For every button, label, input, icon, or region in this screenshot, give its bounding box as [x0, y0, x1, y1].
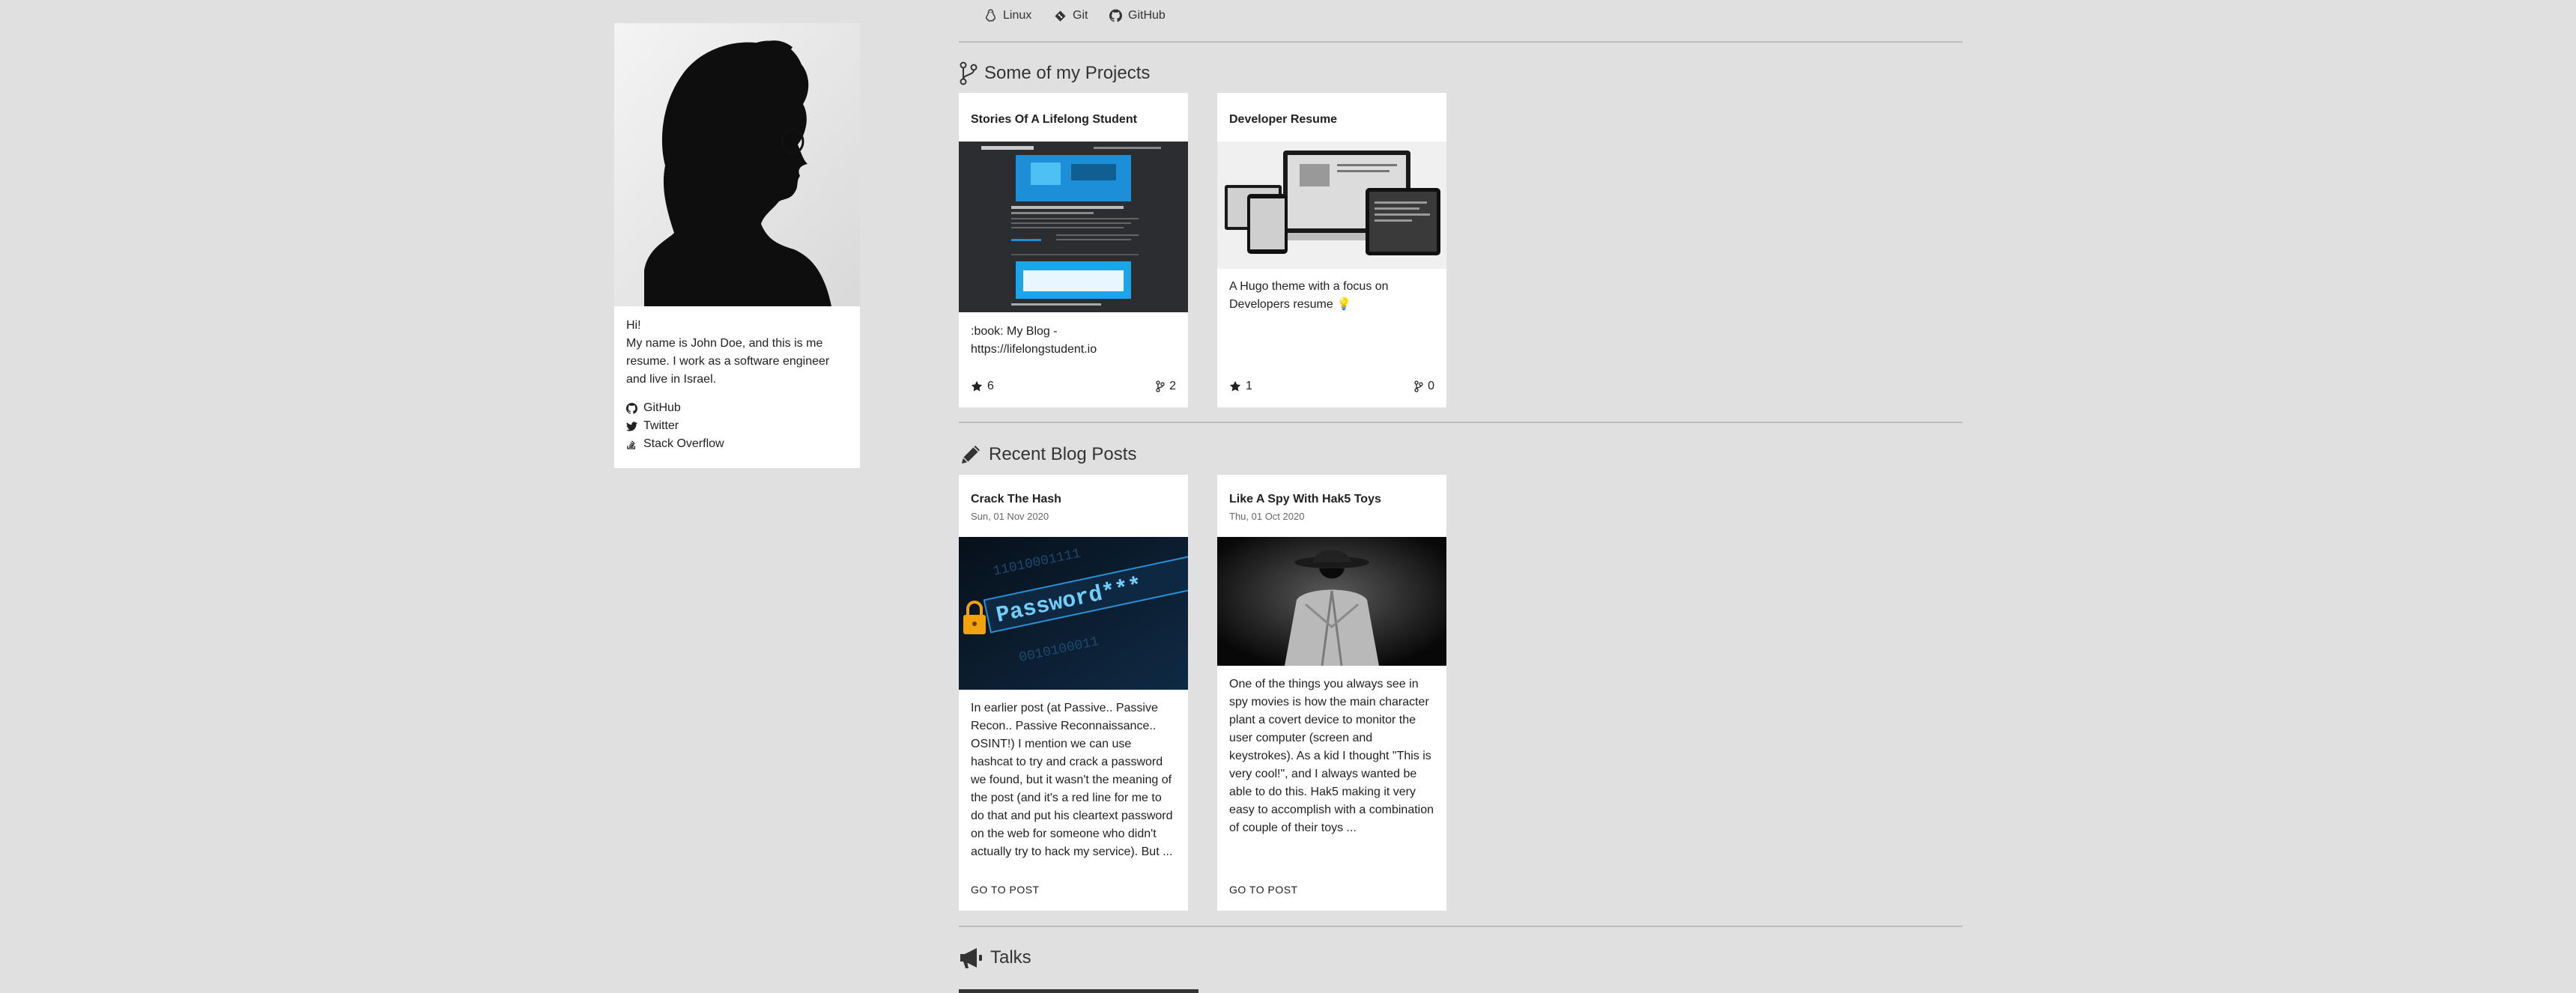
posts-header: Recent Blog Posts: [959, 443, 1136, 467]
section-title: Recent Blog Posts: [989, 444, 1137, 464]
megaphone-icon: [959, 946, 984, 970]
fork-count: 2: [1169, 380, 1176, 392]
post-card[interactable]: Like A Spy With Hak5 Toys Thu, 01 Oct 20…: [1217, 475, 1446, 911]
talk-card-edge: [959, 989, 1198, 993]
fork-icon: [1156, 380, 1165, 392]
project-stars: 6: [971, 380, 994, 393]
social-link-twitter[interactable]: Twitter: [626, 419, 679, 433]
pencil-icon: [959, 443, 983, 467]
divider: [959, 926, 1963, 927]
twitter-icon: [626, 421, 637, 432]
branch-icon: [959, 61, 978, 85]
post-excerpt: In earlier post (at Passive.. Passive Re…: [971, 702, 1173, 858]
section-title: Some of my Projects: [984, 63, 1151, 83]
social-link-label: Twitter: [643, 419, 679, 432]
fork-count: 0: [1428, 380, 1434, 392]
project-card[interactable]: Stories Of A Lifelong Student :book: My …: [959, 93, 1188, 407]
post-card[interactable]: Crack The Hash Sun, 01 Nov 2020 11010001…: [959, 475, 1188, 911]
divider: [959, 422, 1963, 423]
project-screenshot: [1217, 142, 1446, 269]
post-title[interactable]: Like A Spy With Hak5 Toys: [1229, 493, 1381, 506]
post-date: Sun, 01 Nov 2020: [971, 511, 1049, 522]
git-icon: [1054, 9, 1067, 22]
project-forks: 2: [1156, 380, 1176, 393]
project-title[interactable]: Developer Resume: [1229, 113, 1337, 127]
post-image: [1217, 537, 1446, 666]
skill-label: Git: [1073, 9, 1088, 22]
post-image: 11010001111 Password*** 0010100011: [959, 537, 1188, 690]
post-title[interactable]: Crack The Hash: [971, 493, 1061, 506]
profile-card: Hi! My name is John Doe, and this is me …: [614, 23, 860, 468]
project-card[interactable]: Developer Resume A Hugo theme with a foc…: [1217, 93, 1446, 407]
star-icon: [1229, 380, 1241, 392]
profile-bio: Hi! My name is John Doe, and this is me …: [626, 317, 851, 389]
go-to-post-link[interactable]: GO TO POST: [1229, 884, 1298, 896]
project-title[interactable]: Stories Of A Lifelong Student: [971, 113, 1137, 127]
linux-icon: [984, 9, 997, 22]
section-title: Talks: [990, 947, 1031, 968]
talks-header: Talks: [959, 946, 1031, 970]
star-icon: [971, 380, 983, 392]
project-screenshot: [959, 142, 1188, 312]
profile-greeting: Hi!: [626, 319, 641, 332]
post-date: Thu, 01 Oct 2020: [1229, 511, 1305, 522]
post-excerpt: One of the things you always see in spy …: [1229, 678, 1434, 834]
social-link-stackoverflow[interactable]: Stack Overflow: [626, 437, 724, 451]
divider: [959, 41, 1963, 43]
profile-bio-text: My name is John Doe, and this is me resu…: [626, 337, 830, 386]
skill-label: GitHub: [1128, 9, 1166, 22]
github-icon: [626, 402, 637, 414]
skill-github[interactable]: GitHub: [1109, 9, 1166, 22]
go-to-post-link[interactable]: GO TO POST: [971, 884, 1040, 896]
star-count: 1: [1246, 380, 1252, 392]
fork-icon: [1414, 380, 1423, 392]
stackoverflow-icon: [626, 439, 637, 450]
skill-label: Linux: [1003, 9, 1032, 22]
avatar: [614, 23, 860, 306]
project-stars: 1: [1229, 380, 1252, 393]
github-icon: [1109, 9, 1122, 22]
skill-linux[interactable]: Linux: [984, 9, 1031, 22]
social-link-github[interactable]: GitHub: [626, 401, 681, 415]
star-count: 6: [987, 380, 994, 392]
project-description: :book: My Blog - https://lifelongstudent…: [971, 325, 1097, 356]
projects-header: Some of my Projects: [959, 61, 1150, 85]
project-description: A Hugo theme with a focus on Developers …: [1229, 280, 1389, 311]
project-forks: 0: [1414, 380, 1434, 393]
social-link-label: GitHub: [643, 401, 681, 414]
skill-git[interactable]: Git: [1054, 9, 1088, 22]
social-link-label: Stack Overflow: [643, 437, 724, 450]
